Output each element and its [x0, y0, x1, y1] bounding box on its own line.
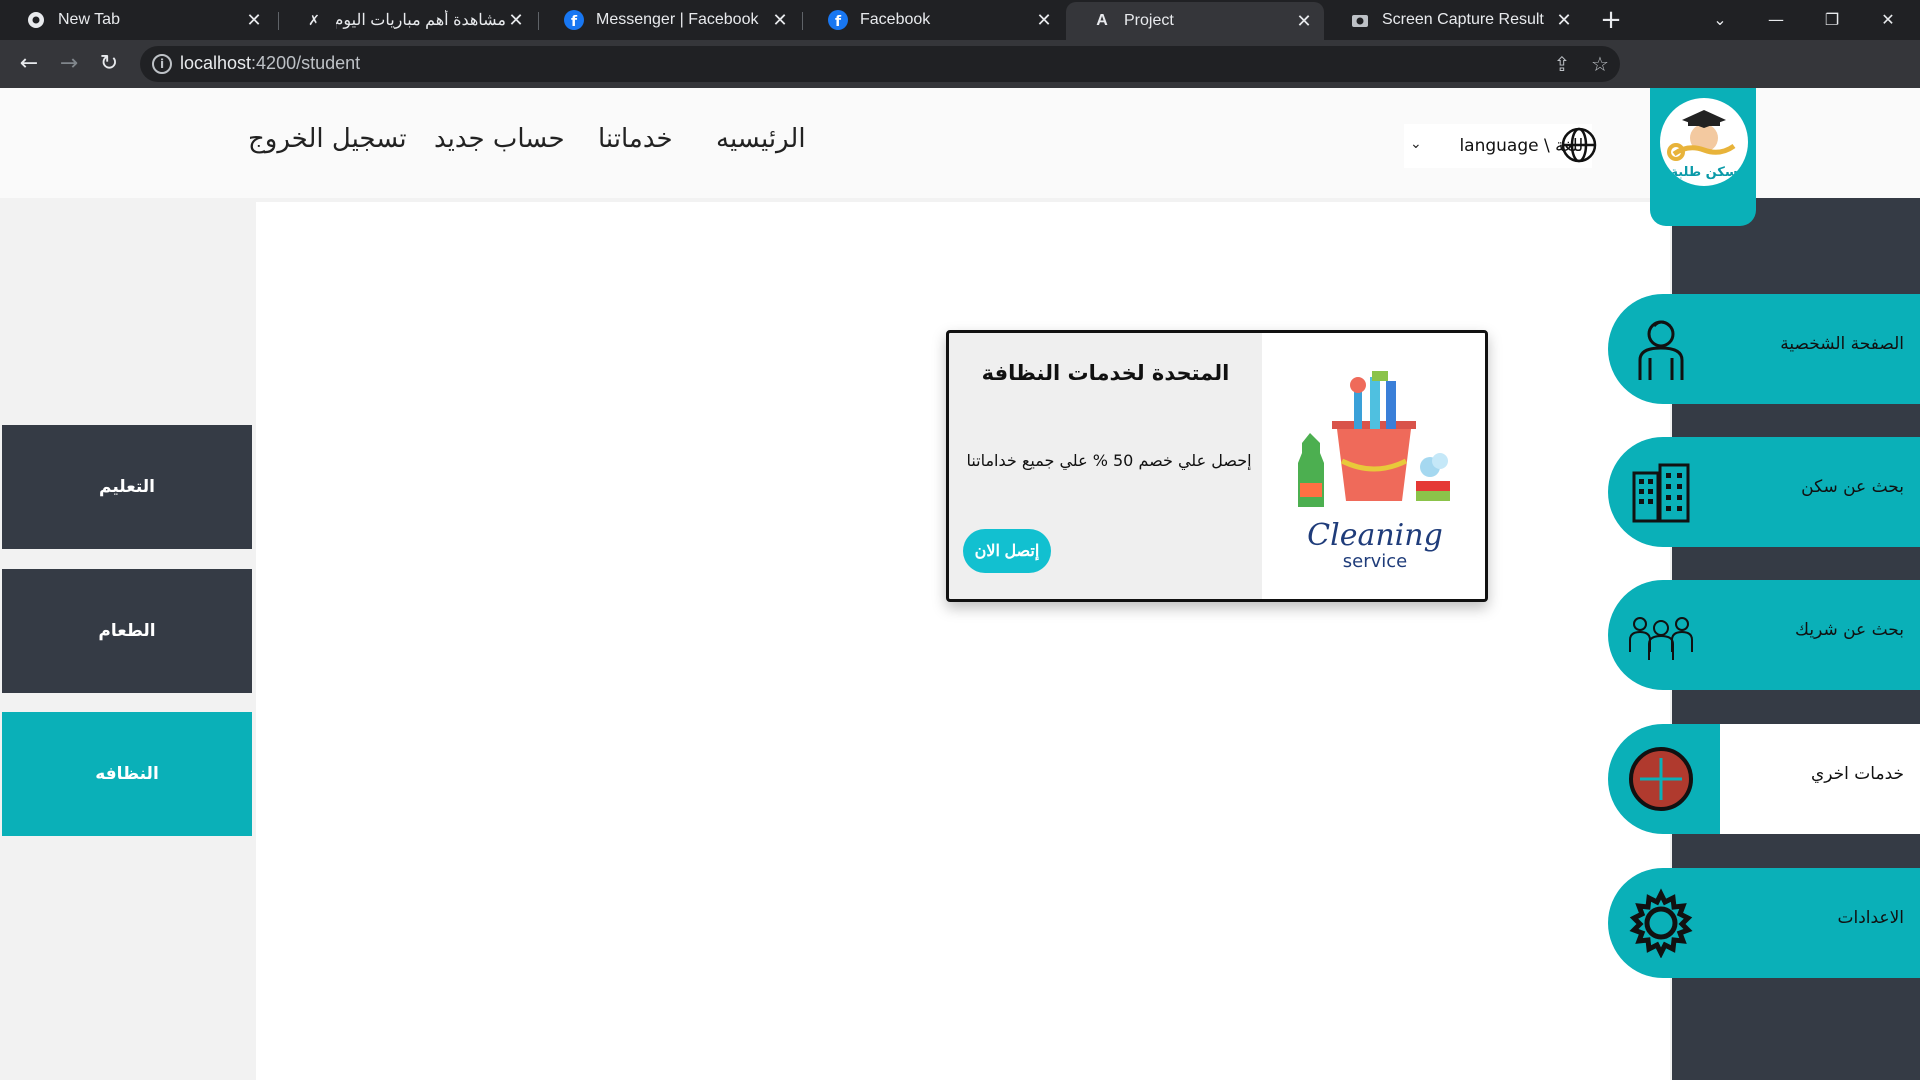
tab-title: Screen Capture Result	[1382, 11, 1544, 28]
logo-tab[interactable]: سكن طلبة	[1650, 88, 1756, 226]
close-icon[interactable]: ✕	[770, 10, 790, 31]
close-icon[interactable]: ✕	[1034, 10, 1054, 31]
right-menu-housing[interactable]: بحث عن سكن	[1608, 437, 1920, 547]
browser-tab[interactable]: New Tab ✕	[0, 0, 274, 40]
close-window-button[interactable]: ✕	[1860, 0, 1916, 40]
close-icon[interactable]: ✕	[506, 10, 526, 31]
back-button[interactable]: ←	[12, 46, 46, 82]
nav-logout[interactable]: تسجيل الخروج	[248, 124, 407, 154]
tab-title: Facebook	[860, 11, 931, 28]
globe-icon	[1561, 127, 1597, 163]
nav-register[interactable]: حساب جديد	[434, 124, 565, 154]
left-menu-label: النظافه	[95, 764, 159, 784]
right-menu-label: بحث عن سكن	[1801, 477, 1904, 497]
facebook-icon: f	[828, 10, 848, 30]
browser-tab-active[interactable]: A Project ✕	[1066, 2, 1324, 40]
share-icon[interactable]: ⇪	[1550, 52, 1574, 76]
contact-now-button[interactable]: إتصل الان	[963, 529, 1051, 573]
facebook-icon: f	[564, 10, 584, 30]
nav-services[interactable]: خدماتنا	[598, 124, 673, 154]
group-icon	[1629, 617, 1693, 660]
forward-button[interactable]: →	[52, 46, 86, 82]
restore-button[interactable]: ❐	[1804, 0, 1860, 40]
browser-tab[interactable]: Screen Capture Result ✕	[1324, 0, 1584, 40]
left-menu-label: التعليم	[99, 477, 155, 497]
camera-icon	[1350, 10, 1370, 30]
browser-tab-bar: New Tab ✕ ✗ مشاهدة أهم مباريات اليوم | .…	[0, 0, 1920, 40]
cleaning-image-text: Cleaning	[1307, 518, 1443, 553]
tab-title: Messenger | Facebook	[596, 11, 759, 28]
cleaning-image: Cleaning service	[1262, 333, 1485, 599]
browser-tab[interactable]: ✗ مشاهدة أهم مباريات اليوم | .. ✕	[278, 0, 536, 40]
left-menu-education[interactable]: التعليم	[2, 425, 252, 549]
close-icon[interactable]: ✕	[1294, 11, 1314, 32]
close-icon[interactable]: ✕	[1554, 10, 1574, 31]
tab-title: New Tab	[58, 11, 120, 28]
new-tab-button[interactable]: +	[1596, 6, 1626, 36]
left-menu-food[interactable]: الطعام	[2, 569, 252, 693]
close-icon[interactable]: ✕	[244, 10, 264, 31]
building-icon	[1632, 463, 1690, 523]
plus-circle-icon	[1629, 747, 1693, 811]
browser-tab[interactable]: f Facebook ✕	[802, 0, 1064, 40]
svg-text:f: f	[571, 14, 578, 30]
chevron-down-icon: ⌄	[1410, 136, 1422, 152]
cleaning-image-subtext: service	[1343, 551, 1407, 572]
tab-title: Project	[1124, 12, 1174, 29]
site-icon: ✗	[308, 11, 320, 28]
nav-home[interactable]: الرئيسيه	[716, 124, 806, 154]
browser-tab[interactable]: f Messenger | Facebook ✕	[538, 0, 800, 40]
right-menu-other-services[interactable]: خدمات اخري	[1608, 724, 1920, 834]
address-bar[interactable]: i localhost:4200/student ⇪ ☆	[140, 46, 1620, 82]
right-menu-settings[interactable]: الاعدادات	[1608, 868, 1920, 978]
url-text: localhost:4200/student	[180, 53, 361, 73]
right-menu-label: الصفحة الشخصية	[1780, 334, 1904, 354]
svg-text:f: f	[835, 14, 842, 30]
page: تسجيل الخروج حساب جديد خدماتنا الرئيسيه …	[0, 88, 1920, 1080]
bookmark-star-icon[interactable]: ☆	[1588, 52, 1612, 76]
minimize-button[interactable]: —	[1748, 0, 1804, 40]
right-menu-label: بحث عن شريك	[1795, 620, 1904, 640]
browser-toolbar: ← → ↻ i localhost:4200/student ⇪ ☆ ✎ ◆ ◉…	[0, 40, 1920, 115]
card-offer-text: إحصل علي خصم 50 % علي جميع خداماتنا	[966, 451, 1252, 470]
gear-icon	[1629, 888, 1693, 958]
chrome-icon	[26, 10, 46, 30]
left-menu-cleaning[interactable]: النظافه	[2, 712, 252, 836]
tab-search-icon[interactable]: ⌄	[1692, 0, 1748, 40]
logo-text: سكن طلبة	[1670, 165, 1737, 180]
right-menu-profile[interactable]: الصفحة الشخصية	[1608, 294, 1920, 404]
angular-icon: A	[1096, 12, 1108, 29]
tab-title: مشاهدة أهم مباريات اليوم | ..	[336, 12, 506, 29]
right-menu-partner[interactable]: بحث عن شريك	[1608, 580, 1920, 690]
right-menu-label: الاعدادات	[1837, 908, 1904, 928]
left-menu-label: الطعام	[98, 621, 156, 641]
card-title: المتحدة لخدمات النظافة	[981, 361, 1230, 385]
info-icon[interactable]: i	[152, 54, 172, 74]
person-icon	[1638, 320, 1684, 380]
cleaning-ad-card: Cleaning service المتحدة لخدمات النظافة …	[946, 330, 1488, 602]
right-menu-label: خدمات اخري	[1810, 764, 1904, 784]
reload-button[interactable]: ↻	[92, 46, 126, 82]
site-header: تسجيل الخروج حساب جديد خدماتنا الرئيسيه …	[0, 88, 1920, 198]
site-logo[interactable]: سكن طلبة	[1660, 98, 1748, 186]
